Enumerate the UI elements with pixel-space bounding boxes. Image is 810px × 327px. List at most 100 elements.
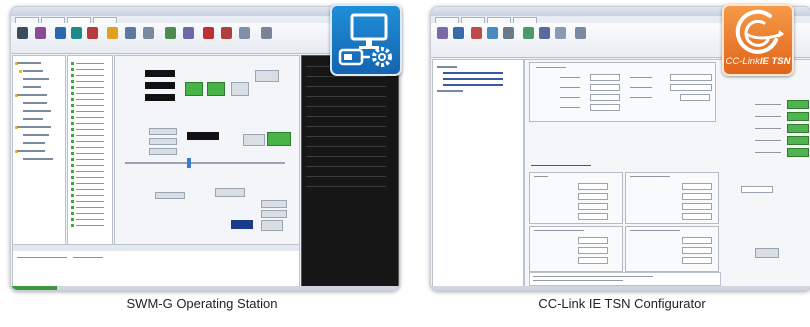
speed-slider[interactable] [125, 162, 285, 164]
list-item[interactable] [71, 206, 107, 209]
tree-item[interactable] [23, 102, 47, 104]
execute-button[interactable] [231, 220, 253, 229]
tool-icon[interactable] [165, 27, 176, 39]
tree-item[interactable] [17, 62, 41, 64]
list-item[interactable] [71, 176, 107, 179]
axis-list[interactable] [67, 55, 113, 267]
option-field[interactable] [261, 200, 287, 208]
tree-item[interactable] [23, 78, 49, 80]
tool-icon[interactable] [55, 27, 66, 39]
list-item[interactable] [71, 194, 107, 197]
list-item[interactable] [71, 170, 107, 173]
tree-item[interactable] [437, 90, 463, 92]
tree-item[interactable] [23, 134, 49, 136]
position-field[interactable] [149, 128, 177, 135]
tool-icon[interactable] [437, 27, 448, 39]
value-display [145, 94, 175, 101]
slider-thumb[interactable] [187, 158, 191, 168]
list-item[interactable] [71, 212, 107, 215]
option-field[interactable] [261, 210, 287, 218]
tree-item[interactable] [17, 126, 51, 128]
tree-item[interactable] [443, 78, 503, 80]
tree-item[interactable] [437, 66, 457, 68]
project-tree[interactable] [12, 55, 66, 267]
servo-off-button[interactable] [207, 82, 225, 96]
tool-icon[interactable] [143, 27, 154, 39]
tool-icon[interactable] [87, 27, 98, 39]
list-item[interactable] [71, 224, 107, 227]
tool-icon[interactable] [203, 27, 214, 39]
tool-icon[interactable] [471, 27, 482, 39]
field-value [578, 203, 608, 210]
accel-field[interactable] [149, 148, 177, 155]
list-item[interactable] [71, 110, 107, 113]
apply-button[interactable] [215, 188, 245, 197]
tool-icon[interactable] [487, 27, 498, 39]
list-item[interactable] [71, 104, 107, 107]
tree-item[interactable] [23, 158, 53, 160]
list-item[interactable] [71, 164, 107, 167]
list-item[interactable] [71, 86, 107, 89]
list-item[interactable] [71, 74, 107, 77]
list-item[interactable] [71, 200, 107, 203]
list-item[interactable] [71, 158, 107, 161]
tool-icon[interactable] [125, 27, 136, 39]
tool-icon[interactable] [35, 27, 46, 39]
tree-item[interactable] [23, 110, 51, 112]
jog-minus-button[interactable] [243, 134, 265, 146]
list-item[interactable] [71, 134, 107, 137]
reset-button[interactable] [755, 248, 779, 258]
status-bar [11, 286, 399, 290]
list-item[interactable] [71, 62, 107, 65]
list-item[interactable] [71, 92, 107, 95]
tool-icon[interactable] [575, 27, 586, 39]
list-item[interactable] [71, 188, 107, 191]
home-button[interactable] [231, 82, 249, 96]
trigger-field[interactable] [155, 192, 185, 199]
field-value [590, 94, 620, 101]
tool-icon[interactable] [523, 27, 534, 39]
tool-icon[interactable] [239, 27, 250, 39]
list-item[interactable] [71, 122, 107, 125]
list-item[interactable] [71, 218, 107, 221]
stop-button[interactable] [261, 220, 283, 231]
list-item[interactable] [71, 146, 107, 149]
tree-item[interactable] [23, 70, 43, 72]
field-value [590, 74, 620, 81]
tree-item[interactable] [17, 94, 47, 96]
tool-icon[interactable] [71, 27, 82, 39]
servo-on-button[interactable] [185, 82, 203, 96]
tool-icon[interactable] [539, 27, 550, 39]
tool-icon[interactable] [503, 27, 514, 39]
jog-plus-button[interactable] [267, 132, 291, 146]
tool-icon[interactable] [453, 27, 464, 39]
list-item[interactable] [71, 152, 107, 155]
tree-item[interactable] [23, 86, 41, 88]
tree-item[interactable] [17, 150, 45, 152]
tool-icon[interactable] [183, 27, 194, 39]
tool-icon[interactable] [261, 27, 272, 39]
list-item[interactable] [71, 116, 107, 119]
tool-icon[interactable] [107, 27, 118, 39]
tree-item[interactable] [23, 118, 43, 120]
monitor-line [306, 146, 386, 147]
field-label [630, 77, 652, 78]
list-item[interactable] [71, 128, 107, 131]
group-title [536, 67, 566, 68]
monitor-line [306, 156, 386, 157]
tree-item[interactable] [443, 72, 503, 74]
device-tree[interactable] [432, 59, 524, 287]
tool-icon[interactable] [555, 27, 566, 39]
tree-item[interactable] [23, 142, 45, 144]
list-item[interactable] [71, 182, 107, 185]
interval-field[interactable] [741, 186, 773, 193]
tool-icon[interactable] [17, 27, 28, 39]
velocity-field[interactable] [149, 138, 177, 145]
tool-icon[interactable] [221, 27, 232, 39]
list-item[interactable] [71, 98, 107, 101]
list-item[interactable] [71, 68, 107, 71]
list-item[interactable] [71, 80, 107, 83]
tree-item[interactable] [443, 84, 503, 86]
alarm-reset-button[interactable] [255, 70, 279, 82]
list-item[interactable] [71, 140, 107, 143]
